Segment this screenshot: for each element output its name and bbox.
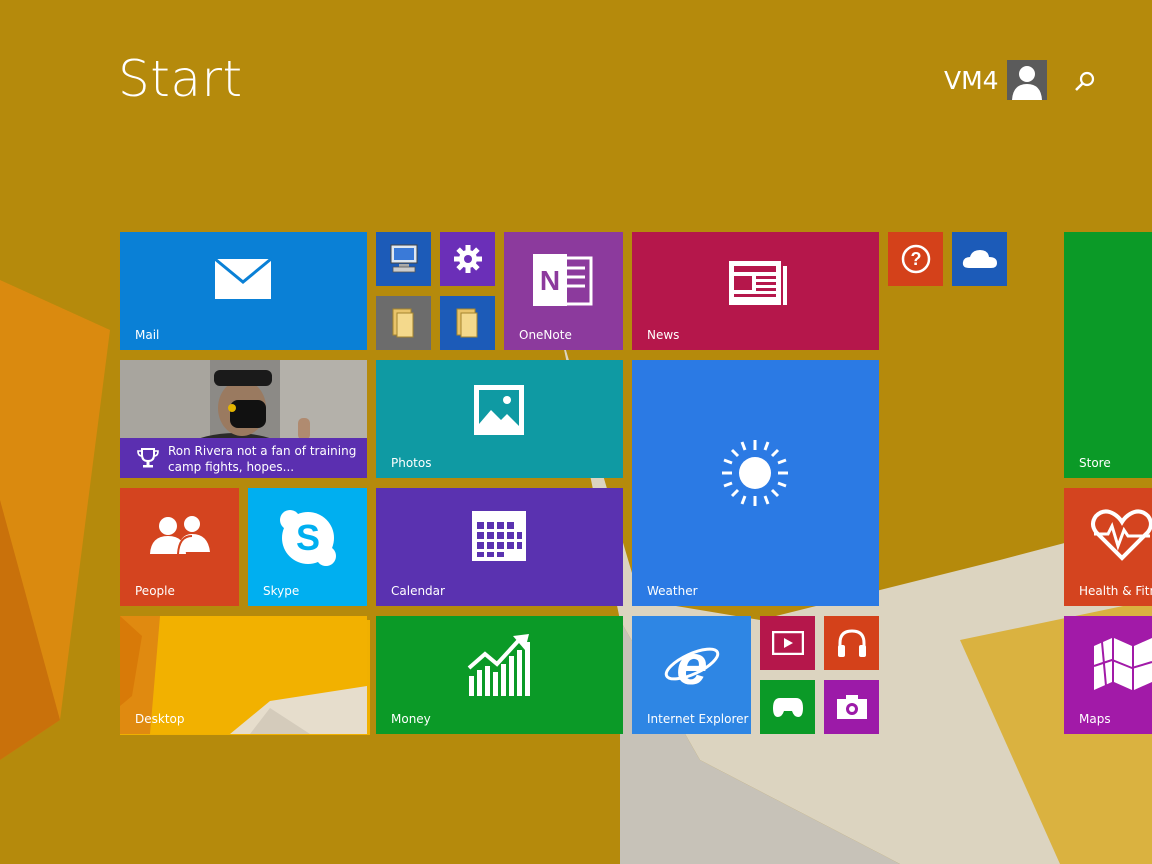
help-tile[interactable]: ? — [888, 232, 943, 286]
gear-icon — [454, 245, 482, 273]
mail-icon — [214, 258, 272, 299]
photos-label: Photos — [391, 456, 432, 470]
weather-label: Weather — [647, 584, 698, 598]
headphones-icon — [838, 629, 866, 657]
trophy-icon — [137, 448, 159, 468]
people-icon — [150, 516, 210, 554]
settings-tile[interactable] — [440, 232, 495, 286]
camera-tile[interactable] — [824, 680, 879, 734]
svg-text:e: e — [676, 634, 707, 694]
skype-tile[interactable]: S Skype — [248, 488, 367, 606]
page-title: Start — [118, 50, 243, 108]
newspaper-icon — [729, 261, 787, 305]
people-label: People — [135, 584, 175, 598]
heart-icon — [1091, 509, 1152, 561]
internet-explorer-tile[interactable]: e Internet Explorer — [632, 616, 751, 734]
user-name[interactable]: VM4 — [944, 66, 999, 95]
news-banner: Ron Rivera not a fan of training camp fi… — [120, 438, 367, 478]
folder-icon — [392, 308, 414, 338]
map-icon — [1093, 638, 1152, 690]
file-explorer-tile-2[interactable] — [440, 296, 495, 350]
photos-tile[interactable]: Photos — [376, 360, 623, 478]
maps-label: Maps — [1079, 712, 1111, 726]
skype-label: Skype — [263, 584, 300, 598]
onenote-label: OneNote — [519, 328, 572, 342]
computer-icon — [390, 244, 418, 273]
onedrive-tile[interactable] — [952, 232, 1007, 286]
camera-icon — [837, 695, 867, 719]
ie-icon: e — [664, 634, 720, 694]
store-label: Store — [1079, 456, 1111, 470]
onenote-icon: N — [533, 254, 593, 306]
calendar-label: Calendar — [391, 584, 445, 598]
help-icon: ? — [901, 244, 931, 274]
cloud-icon — [962, 250, 997, 268]
music-tile[interactable] — [824, 616, 879, 670]
money-label: Money — [391, 712, 431, 726]
health-fitness-label: Health & Fitne — [1079, 584, 1152, 598]
onenote-tile[interactable]: N OneNote — [504, 232, 623, 350]
video-icon — [772, 631, 804, 655]
sun-icon — [722, 440, 788, 506]
internet-explorer-label: Internet Explorer — [647, 712, 749, 726]
calendar-tile[interactable]: Calendar — [376, 488, 623, 606]
chart-icon — [467, 634, 530, 696]
folder-icon — [456, 308, 478, 338]
news-headline: Ron Rivera not a fan of training camp fi… — [168, 444, 357, 474]
search-icon[interactable] — [1073, 70, 1097, 94]
money-tile[interactable]: Money — [376, 616, 623, 734]
computer-tile[interactable] — [376, 232, 431, 286]
game-controller-icon — [773, 698, 803, 717]
news-label: News — [647, 328, 680, 342]
user-icon — [1012, 66, 1042, 100]
photo-icon — [474, 385, 524, 435]
file-explorer-tile-1[interactable] — [376, 296, 431, 350]
mail-tile[interactable]: Mail — [120, 232, 367, 350]
weather-tile[interactable]: Weather — [632, 360, 879, 606]
svg-text:S: S — [296, 517, 320, 558]
calendar-icon — [472, 511, 526, 561]
desktop-tile[interactable]: Desktop — [120, 616, 367, 734]
store-tile[interactable]: Store — [1064, 232, 1152, 478]
video-tile[interactable] — [760, 616, 815, 670]
desktop-label: Desktop — [135, 712, 185, 726]
avatar[interactable] — [1007, 60, 1047, 100]
games-tile[interactable] — [760, 680, 815, 734]
maps-tile[interactable]: Maps — [1064, 616, 1152, 734]
svg-text:?: ? — [911, 249, 922, 269]
people-tile[interactable]: People — [120, 488, 239, 606]
news-tile[interactable]: News — [632, 232, 879, 350]
skype-icon: S — [280, 510, 336, 566]
health-fitness-tile[interactable]: Health & Fitne — [1064, 488, 1152, 606]
svg-text:N: N — [540, 265, 560, 296]
mail-label: Mail — [135, 328, 160, 342]
sports-tile[interactable]: Ron Rivera not a fan of training camp fi… — [120, 360, 367, 478]
